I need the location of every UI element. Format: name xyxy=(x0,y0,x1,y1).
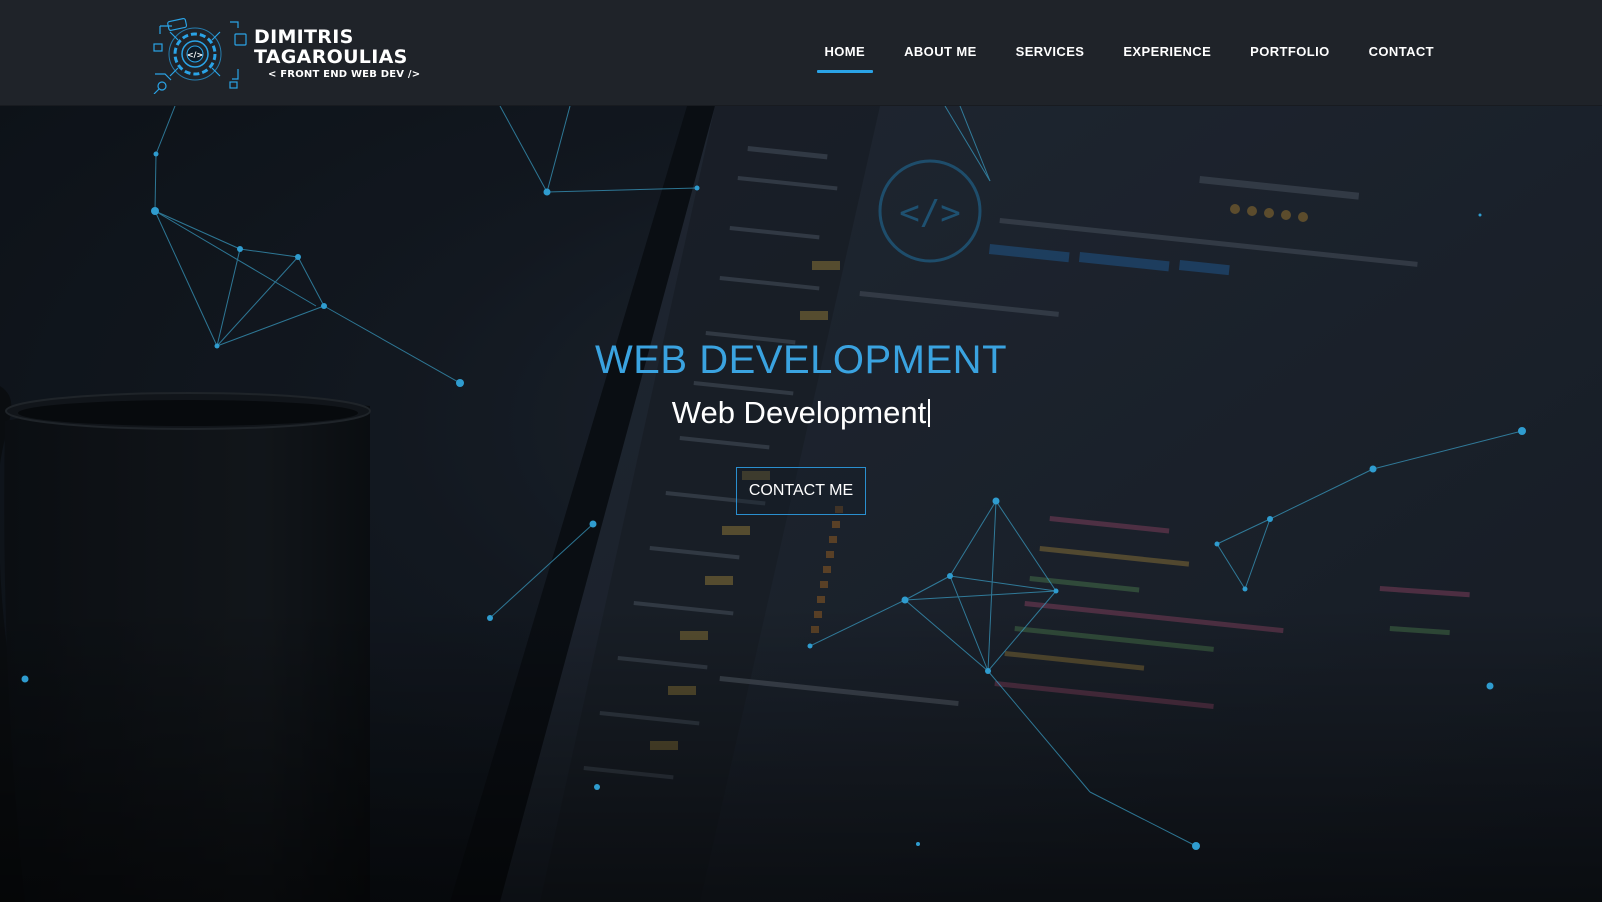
brand-tagline: < FRONT END WEB DEV /> xyxy=(268,68,421,80)
nav-item-portfolio[interactable]: PORTFOLIO xyxy=(1250,0,1329,106)
svg-text:</>: </> xyxy=(187,51,203,60)
top-navbar: </> DIMITRIS TAGAROULIAS < FRONT END WEB… xyxy=(0,0,1602,106)
hero-section: </> WEB DEVELOPMENT Web Development CONT… xyxy=(0,106,1602,902)
typing-cursor xyxy=(928,399,931,427)
nav-item-services[interactable]: SERVICES xyxy=(1016,0,1085,106)
hero-typed-subtitle: Web Development xyxy=(671,393,931,433)
main-nav: HOME ABOUT ME SERVICES EXPERIENCE PORTFO… xyxy=(786,0,1435,106)
brand-name-last: TAGAROULIAS xyxy=(254,45,408,68)
hero-title: WEB DEVELOPMENT xyxy=(594,338,1007,382)
hero-content: WEB DEVELOPMENT Web Development CONTACT … xyxy=(0,336,1602,515)
brand-name-first: DIMITRIS xyxy=(254,25,354,48)
nav-item-home[interactable]: HOME xyxy=(816,0,873,106)
nav-item-contact[interactable]: CONTACT xyxy=(1369,0,1434,106)
nav-item-about-me[interactable]: ABOUT ME xyxy=(904,0,977,106)
brand-logo-link[interactable]: </> DIMITRIS TAGAROULIAS < FRONT END WEB… xyxy=(150,14,420,94)
nav-item-experience[interactable]: EXPERIENCE xyxy=(1123,0,1211,106)
hero-subtitle-text: Web Development xyxy=(671,395,927,430)
code-circuit-logo-icon: </> xyxy=(153,17,247,94)
contact-me-button[interactable]: CONTACT ME xyxy=(735,467,867,515)
brand-text: DIMITRIS TAGAROULIAS < FRONT END WEB DEV… xyxy=(254,27,420,82)
